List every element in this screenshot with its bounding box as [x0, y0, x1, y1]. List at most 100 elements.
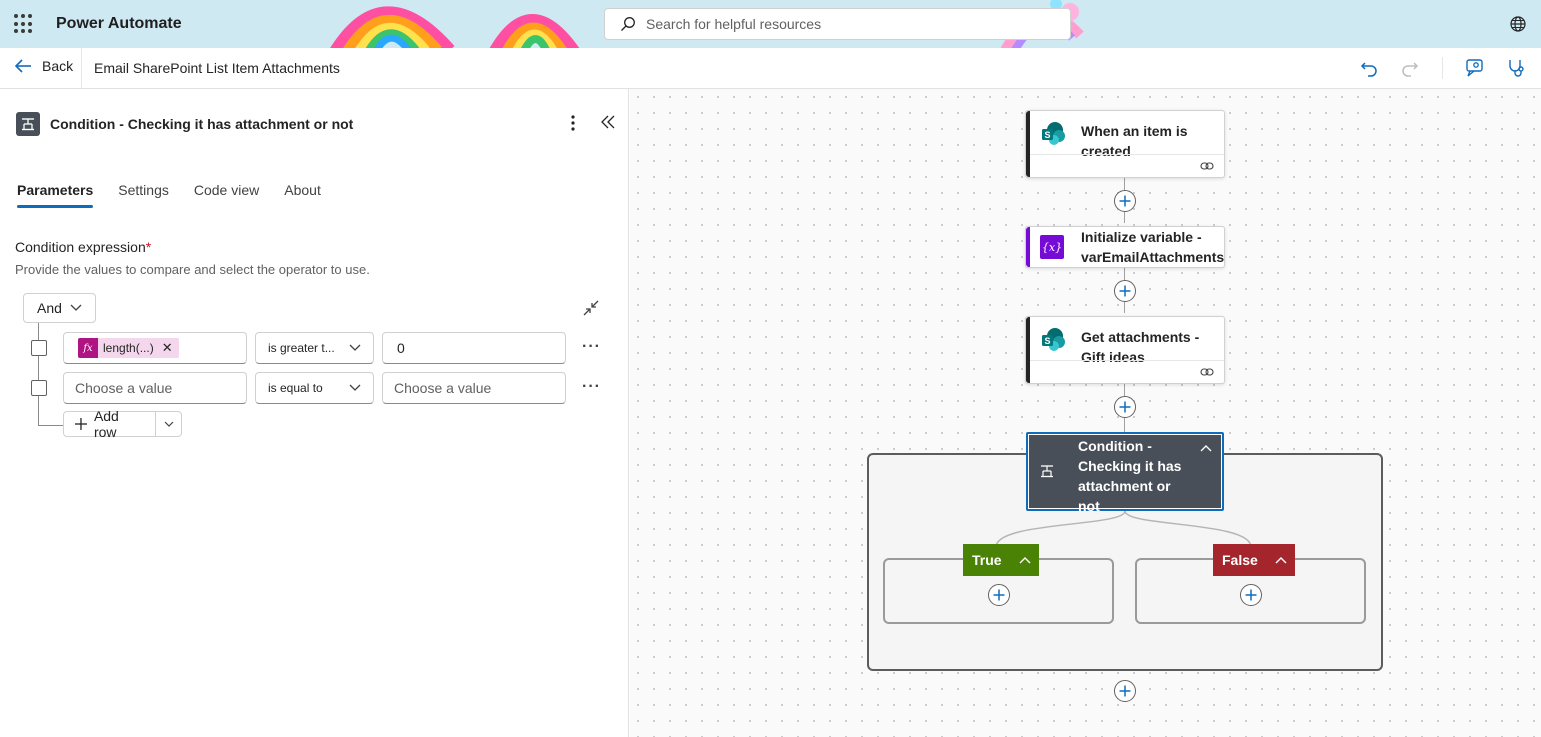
add-icon	[993, 589, 1005, 601]
flow-step-card[interactable]: S Get attachments - Gift ideas	[1025, 316, 1225, 384]
more-options-icon[interactable]	[565, 113, 581, 138]
flow-name: Email SharePoint List Item Attachments	[94, 60, 340, 76]
svg-text:S: S	[1044, 336, 1050, 346]
insert-step-button[interactable]	[1114, 680, 1136, 702]
panel-title: Condition - Checking it has attachment o…	[50, 116, 354, 132]
function-icon: fx	[78, 338, 98, 358]
group-operator-dropdown[interactable]: And	[23, 293, 96, 323]
true-label: True	[972, 552, 1002, 568]
flow-checker-icon[interactable]	[1505, 57, 1527, 79]
tab-code-view[interactable]: Code view	[194, 182, 259, 208]
redo-icon[interactable]	[1399, 57, 1421, 79]
search-input[interactable]	[646, 16, 1026, 32]
condition-icon	[16, 112, 40, 136]
sharepoint-icon: S	[1042, 328, 1065, 351]
back-label: Back	[42, 58, 74, 74]
undo-icon[interactable]	[1358, 57, 1380, 79]
add-icon	[1119, 285, 1131, 297]
condition-card-selected[interactable]: Condition - Checking it has attachment o…	[1026, 432, 1224, 514]
right-value-field[interactable]: 0	[382, 332, 566, 364]
collapse-editor-icon[interactable]	[581, 298, 601, 323]
remove-token-icon[interactable]: ✕	[162, 340, 173, 356]
app-name[interactable]: Power Automate	[56, 15, 182, 33]
variable-icon: {x}	[1040, 235, 1064, 259]
card-stripe	[1026, 227, 1030, 267]
chevron-down-icon	[349, 384, 361, 391]
add-row-label: Add row	[93, 408, 119, 440]
chevron-up-icon[interactable]	[1011, 544, 1039, 576]
condition-card-title: Condition - Checking it has attachment o…	[1078, 438, 1182, 514]
command-bar: Back Email SharePoint List Item Attachme…	[0, 48, 1541, 89]
link-icon	[1200, 368, 1214, 376]
card-footer	[1030, 154, 1224, 177]
search-icon	[620, 16, 636, 32]
add-icon	[1119, 195, 1131, 207]
add-row-menu-button[interactable]	[156, 421, 181, 427]
chevron-down-icon	[164, 421, 173, 427]
right-value-placeholder: Choose a value	[394, 380, 492, 396]
add-action-true-button[interactable]	[988, 584, 1010, 606]
condition-description: Provide the values to compare and select…	[15, 262, 370, 277]
svg-text:S: S	[1044, 130, 1050, 140]
action-details-panel: Condition - Checking it has attachment o…	[0, 89, 629, 737]
condition-icon	[1041, 465, 1053, 478]
required-mark: *	[145, 239, 152, 255]
tree-line	[38, 323, 39, 425]
flow-step-card[interactable]: {x} Initialize variable - varEmailAttach…	[1025, 226, 1225, 268]
tab-settings[interactable]: Settings	[118, 182, 169, 208]
operator-label: is equal to	[268, 381, 323, 395]
add-row-split-button: Add row	[63, 408, 182, 440]
tab-parameters[interactable]: Parameters	[17, 182, 94, 208]
chevron-up-icon[interactable]	[1267, 544, 1295, 576]
comments-icon[interactable]	[1464, 57, 1486, 79]
operator-label: is greater t...	[268, 341, 335, 355]
operator-dropdown[interactable]: is greater t...	[255, 332, 374, 364]
operator-dropdown[interactable]: is equal to	[255, 372, 374, 404]
card-footer	[1030, 360, 1224, 383]
divider	[1442, 57, 1443, 79]
false-branch-tag[interactable]: False	[1213, 544, 1295, 576]
right-value-field[interactable]: Choose a value	[382, 372, 566, 404]
false-label: False	[1222, 552, 1258, 568]
left-value-field[interactable]: fx length(...) ✕	[63, 332, 247, 364]
insert-step-button[interactable]	[1114, 280, 1136, 302]
true-branch-tag[interactable]: True	[963, 544, 1039, 576]
sharepoint-icon: S	[1042, 122, 1065, 145]
tab-about[interactable]: About	[284, 182, 321, 208]
link-icon	[1200, 162, 1214, 170]
app-header: Power Automate	[0, 0, 1541, 48]
row-checkbox[interactable]	[31, 380, 47, 396]
header-rainbow-art	[330, 6, 580, 48]
add-row-button[interactable]: Add row	[64, 408, 157, 440]
add-action-false-button[interactable]	[1240, 584, 1262, 606]
row-more-options-icon[interactable]: ···	[582, 378, 601, 396]
condition-expression-label: Condition expression*	[15, 239, 151, 255]
environment-globe-icon[interactable]	[1509, 15, 1527, 38]
token-label: length(...)	[103, 341, 154, 355]
collapse-panel-icon[interactable]	[600, 114, 616, 135]
condition-expression-text: Condition expression	[15, 239, 146, 255]
group-operator-label: And	[37, 300, 62, 316]
panel-tabs: Parameters Settings Code view About	[17, 182, 321, 208]
add-icon	[1119, 401, 1131, 413]
add-icon	[1119, 685, 1131, 697]
add-icon	[74, 418, 87, 430]
app-launcher-icon[interactable]	[14, 14, 34, 34]
right-value: 0	[397, 340, 405, 356]
add-icon	[1245, 589, 1257, 601]
row-more-options-icon[interactable]: ···	[582, 338, 601, 356]
flow-canvas[interactable]: S When an item is created {x} Initialize…	[630, 89, 1541, 737]
tree-line	[38, 425, 63, 426]
arrow-left-icon	[14, 59, 31, 73]
flow-step-card[interactable]: S When an item is created	[1025, 110, 1225, 178]
chevron-up-icon[interactable]	[1200, 444, 1212, 452]
left-value-field[interactable]: Choose a value	[63, 372, 247, 404]
left-value-placeholder: Choose a value	[75, 380, 173, 396]
insert-step-button[interactable]	[1114, 190, 1136, 212]
insert-step-button[interactable]	[1114, 396, 1136, 418]
chevron-down-icon	[70, 304, 82, 311]
search-box[interactable]	[604, 8, 1071, 40]
expression-token[interactable]: fx length(...) ✕	[78, 338, 179, 358]
row-checkbox[interactable]	[31, 340, 47, 356]
back-button[interactable]: Back	[14, 58, 73, 74]
